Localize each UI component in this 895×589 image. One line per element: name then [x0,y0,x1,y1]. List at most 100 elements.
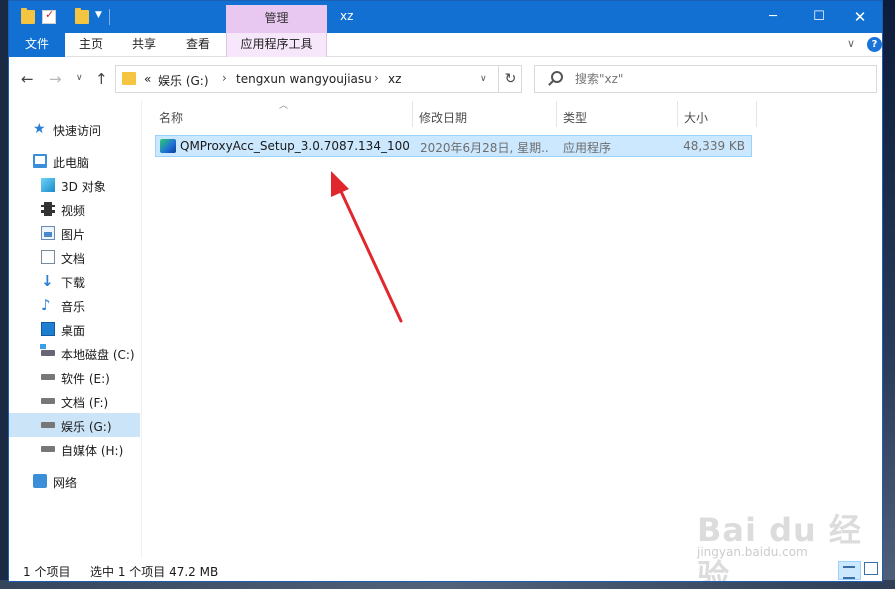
help-icon[interactable]: ? [867,37,882,52]
cube-icon [41,178,55,192]
address-history-chevron-icon[interactable]: ∨ [480,74,487,84]
network-icon [33,474,47,488]
nav-item-label: 此电脑 [53,156,90,170]
properties-icon[interactable] [42,8,56,24]
up-arrow-icon[interactable]: ↑ [95,70,108,88]
breadcrumb-separator[interactable]: › [222,71,227,85]
drive-icon [41,422,55,428]
computer-icon [33,154,47,168]
nav-item-label: 3D 对象 [61,180,106,194]
recent-locations-chevron-icon[interactable]: ∨ [76,73,83,83]
tab-view[interactable]: 查看 [171,33,225,57]
search-input[interactable] [575,70,865,88]
breadcrumb-tengxun-wangyoujiasu[interactable]: tengxun wangyoujiasu [236,72,372,86]
breadcrumb-separator[interactable]: › [374,71,379,85]
minimize-button[interactable]: ─ [750,1,796,33]
nav-item-label: 视频 [61,204,86,218]
column-divider[interactable] [556,101,557,127]
nav-item-label: 音乐 [61,300,86,314]
nav-item-drive-g[interactable]: 娱乐 (G:) [9,413,140,437]
qmproxyacc-app-icon [160,139,176,153]
nav-item-quick-access[interactable]: ★ 快速访问 [9,117,140,141]
nav-item-3d-objects[interactable]: 3D 对象 [9,173,140,197]
nav-item-label: 网络 [53,476,78,490]
status-item-count: 1 个项目 [23,565,71,579]
document-icon [41,250,55,264]
column-divider[interactable] [756,101,757,127]
close-button[interactable]: ✕ [837,1,882,33]
watermark-logo-text: Bai du 经验 [697,511,862,582]
nav-item-drive-f[interactable]: 文档 (F:) [9,389,140,413]
tab-file[interactable]: 文件 [9,33,65,57]
nav-item-music[interactable]: ♪ 音乐 [9,293,140,317]
breadcrumb-xz[interactable]: xz [388,72,401,86]
nav-item-local-disk-c[interactable]: 本地磁盘 (C:) [9,341,140,365]
ribbon-tab-bar: 文件 主页 共享 查看 应用程序工具 ∨ ? [9,33,882,57]
nav-item-pictures[interactable]: 图片 [9,221,140,245]
status-selection-info: 选中 1 个项目 47.2 MB [90,565,219,579]
nav-item-this-pc[interactable]: 此电脑 [9,149,140,173]
context-tab-header-manage[interactable]: 管理 [226,5,327,33]
title-bar: ▼ 管理 xz ─ ☐ ✕ [9,1,882,33]
tab-home[interactable]: 主页 [65,33,117,57]
tab-application-tools[interactable]: 应用程序工具 [226,33,327,57]
nav-item-label: 本地磁盘 (C:) [61,348,135,362]
nav-item-downloads[interactable]: ↓ 下载 [9,269,140,293]
column-divider[interactable] [412,101,413,127]
navigation-pane: ★ 快速访问 此电脑 3D 对象 视频 图片 文档 ↓ 下载 ♪ 音乐 桌面 本… [9,101,142,558]
picture-icon [41,226,55,240]
nav-item-label: 下载 [61,276,86,290]
watermark-url: jingyan.baidu.com [697,545,808,559]
address-folder-icon [122,72,136,85]
nav-item-label: 桌面 [61,324,86,338]
breadcrumb-overflow[interactable]: « [144,72,151,86]
nav-item-drive-e[interactable]: 软件 (E:) [9,365,140,389]
new-folder-icon[interactable] [75,8,89,24]
nav-item-network[interactable]: 网络 [9,469,140,493]
file-size: 48,339 KB [683,139,745,153]
nav-item-label: 自媒体 (H:) [61,444,124,458]
tab-share[interactable]: 共享 [117,33,171,57]
folder-icon [21,8,35,24]
quick-access-separator [109,9,110,25]
maximize-button[interactable]: ☐ [796,1,842,33]
column-header-size[interactable]: 大小 [684,109,708,126]
search-icon [551,71,563,83]
sort-ascending-icon: ︿ [279,101,289,111]
desktop-icon [41,322,55,336]
baidu-jingyan-watermark: Bai du 经验 jingyan.baidu.com [689,495,869,581]
drive-icon [41,446,55,452]
back-arrow-icon[interactable]: ← [21,70,34,88]
column-divider[interactable] [677,101,678,127]
nav-item-label: 图片 [61,228,86,242]
file-explorer-window: ▼ 管理 xz ─ ☐ ✕ 文件 主页 共享 查看 应用程序工具 ∨ ? ← →… [8,0,883,582]
nav-item-label: 文档 [61,252,86,266]
file-date-modified: 2020年6月28日, 星期... [420,141,550,155]
expand-ribbon-chevron-icon[interactable]: ∨ [847,37,855,50]
column-header-type[interactable]: 类型 [563,109,587,126]
nav-item-drive-h[interactable]: 自媒体 (H:) [9,437,140,461]
customize-quick-access-chevron-icon[interactable]: ▼ [95,10,102,20]
column-header-name[interactable]: 名称 [159,109,183,126]
film-icon [41,202,55,216]
download-icon: ↓ [41,272,54,290]
nav-item-label: 快速访问 [53,124,102,138]
refresh-icon[interactable]: ↻ [498,66,522,92]
star-icon: ★ [33,121,46,137]
drive-icon [41,374,55,380]
nav-item-videos[interactable]: 视频 [9,197,140,221]
table-row[interactable]: QMProxyAcc_Setup_3.0.7087.134_100... 202… [155,135,752,157]
address-bar[interactable]: « 娱乐 (G:) › tengxun wangyoujiasu › xz ∨ … [115,65,522,93]
system-drive-icon [40,344,55,356]
file-type: 应用程序 [563,141,612,155]
music-icon: ♪ [41,296,51,314]
forward-arrow-icon[interactable]: → [49,70,62,88]
breadcrumb-drive-g[interactable]: 娱乐 (G:) [158,72,209,89]
nav-item-desktop[interactable]: 桌面 [9,317,140,341]
search-box[interactable] [534,65,877,93]
file-name[interactable]: QMProxyAcc_Setup_3.0.7087.134_100... [180,139,410,153]
nav-item-documents[interactable]: 文档 [9,245,140,269]
nav-item-label: 文档 (F:) [61,396,109,410]
desktop-background [883,0,895,589]
column-header-date-modified[interactable]: 修改日期 [419,109,467,126]
